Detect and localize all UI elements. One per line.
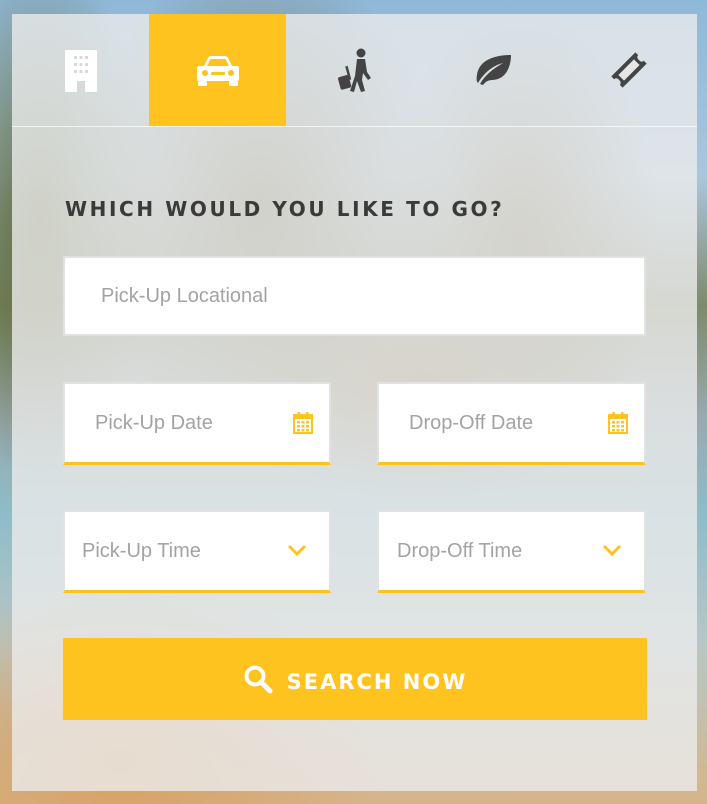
- tab-hotel[interactable]: [12, 14, 149, 126]
- dropoff-date-input[interactable]: Drop-Off Date: [377, 382, 646, 465]
- dropoff-time-placeholder: Drop-Off Time: [397, 539, 523, 562]
- car-icon: [196, 56, 239, 86]
- ticket-icon: [610, 52, 647, 88]
- category-tabs: [12, 14, 697, 127]
- pickup-time-select[interactable]: Pick-Up Time: [63, 510, 331, 593]
- form-heading: WHICH WOULD YOU LIKE TO GO?: [65, 197, 505, 221]
- pickup-location-placeholder: Pick-Up Locational: [101, 284, 268, 307]
- calendar-icon[interactable]: [293, 412, 313, 434]
- pickup-date-input[interactable]: Pick-Up Date: [63, 382, 331, 465]
- pickup-date-placeholder: Pick-Up Date: [95, 411, 213, 434]
- chevron-down-icon[interactable]: [602, 544, 622, 556]
- dropoff-time-select[interactable]: Drop-Off Time: [377, 510, 646, 593]
- search-now-button[interactable]: SEARCH NOW: [63, 638, 647, 720]
- tab-nature[interactable]: [423, 14, 560, 126]
- hotel-building-icon: [64, 50, 97, 92]
- tab-tickets[interactable]: [560, 14, 697, 126]
- tab-car[interactable]: [149, 14, 286, 126]
- search-icon: [244, 665, 273, 694]
- traveler-luggage-icon: [337, 48, 371, 92]
- tab-travel[interactable]: [286, 14, 423, 126]
- pickup-location-input[interactable]: Pick-Up Locational: [63, 256, 646, 336]
- dropoff-date-placeholder: Drop-Off Date: [409, 411, 534, 434]
- leaf-icon: [476, 55, 511, 85]
- search-now-label: SEARCH NOW: [286, 670, 468, 694]
- chevron-down-icon[interactable]: [287, 544, 307, 556]
- calendar-icon[interactable]: [608, 412, 628, 434]
- pickup-time-placeholder: Pick-Up Time: [82, 539, 201, 562]
- booking-panel: WHICH WOULD YOU LIKE TO GO? Pick-Up Loca…: [12, 14, 697, 791]
